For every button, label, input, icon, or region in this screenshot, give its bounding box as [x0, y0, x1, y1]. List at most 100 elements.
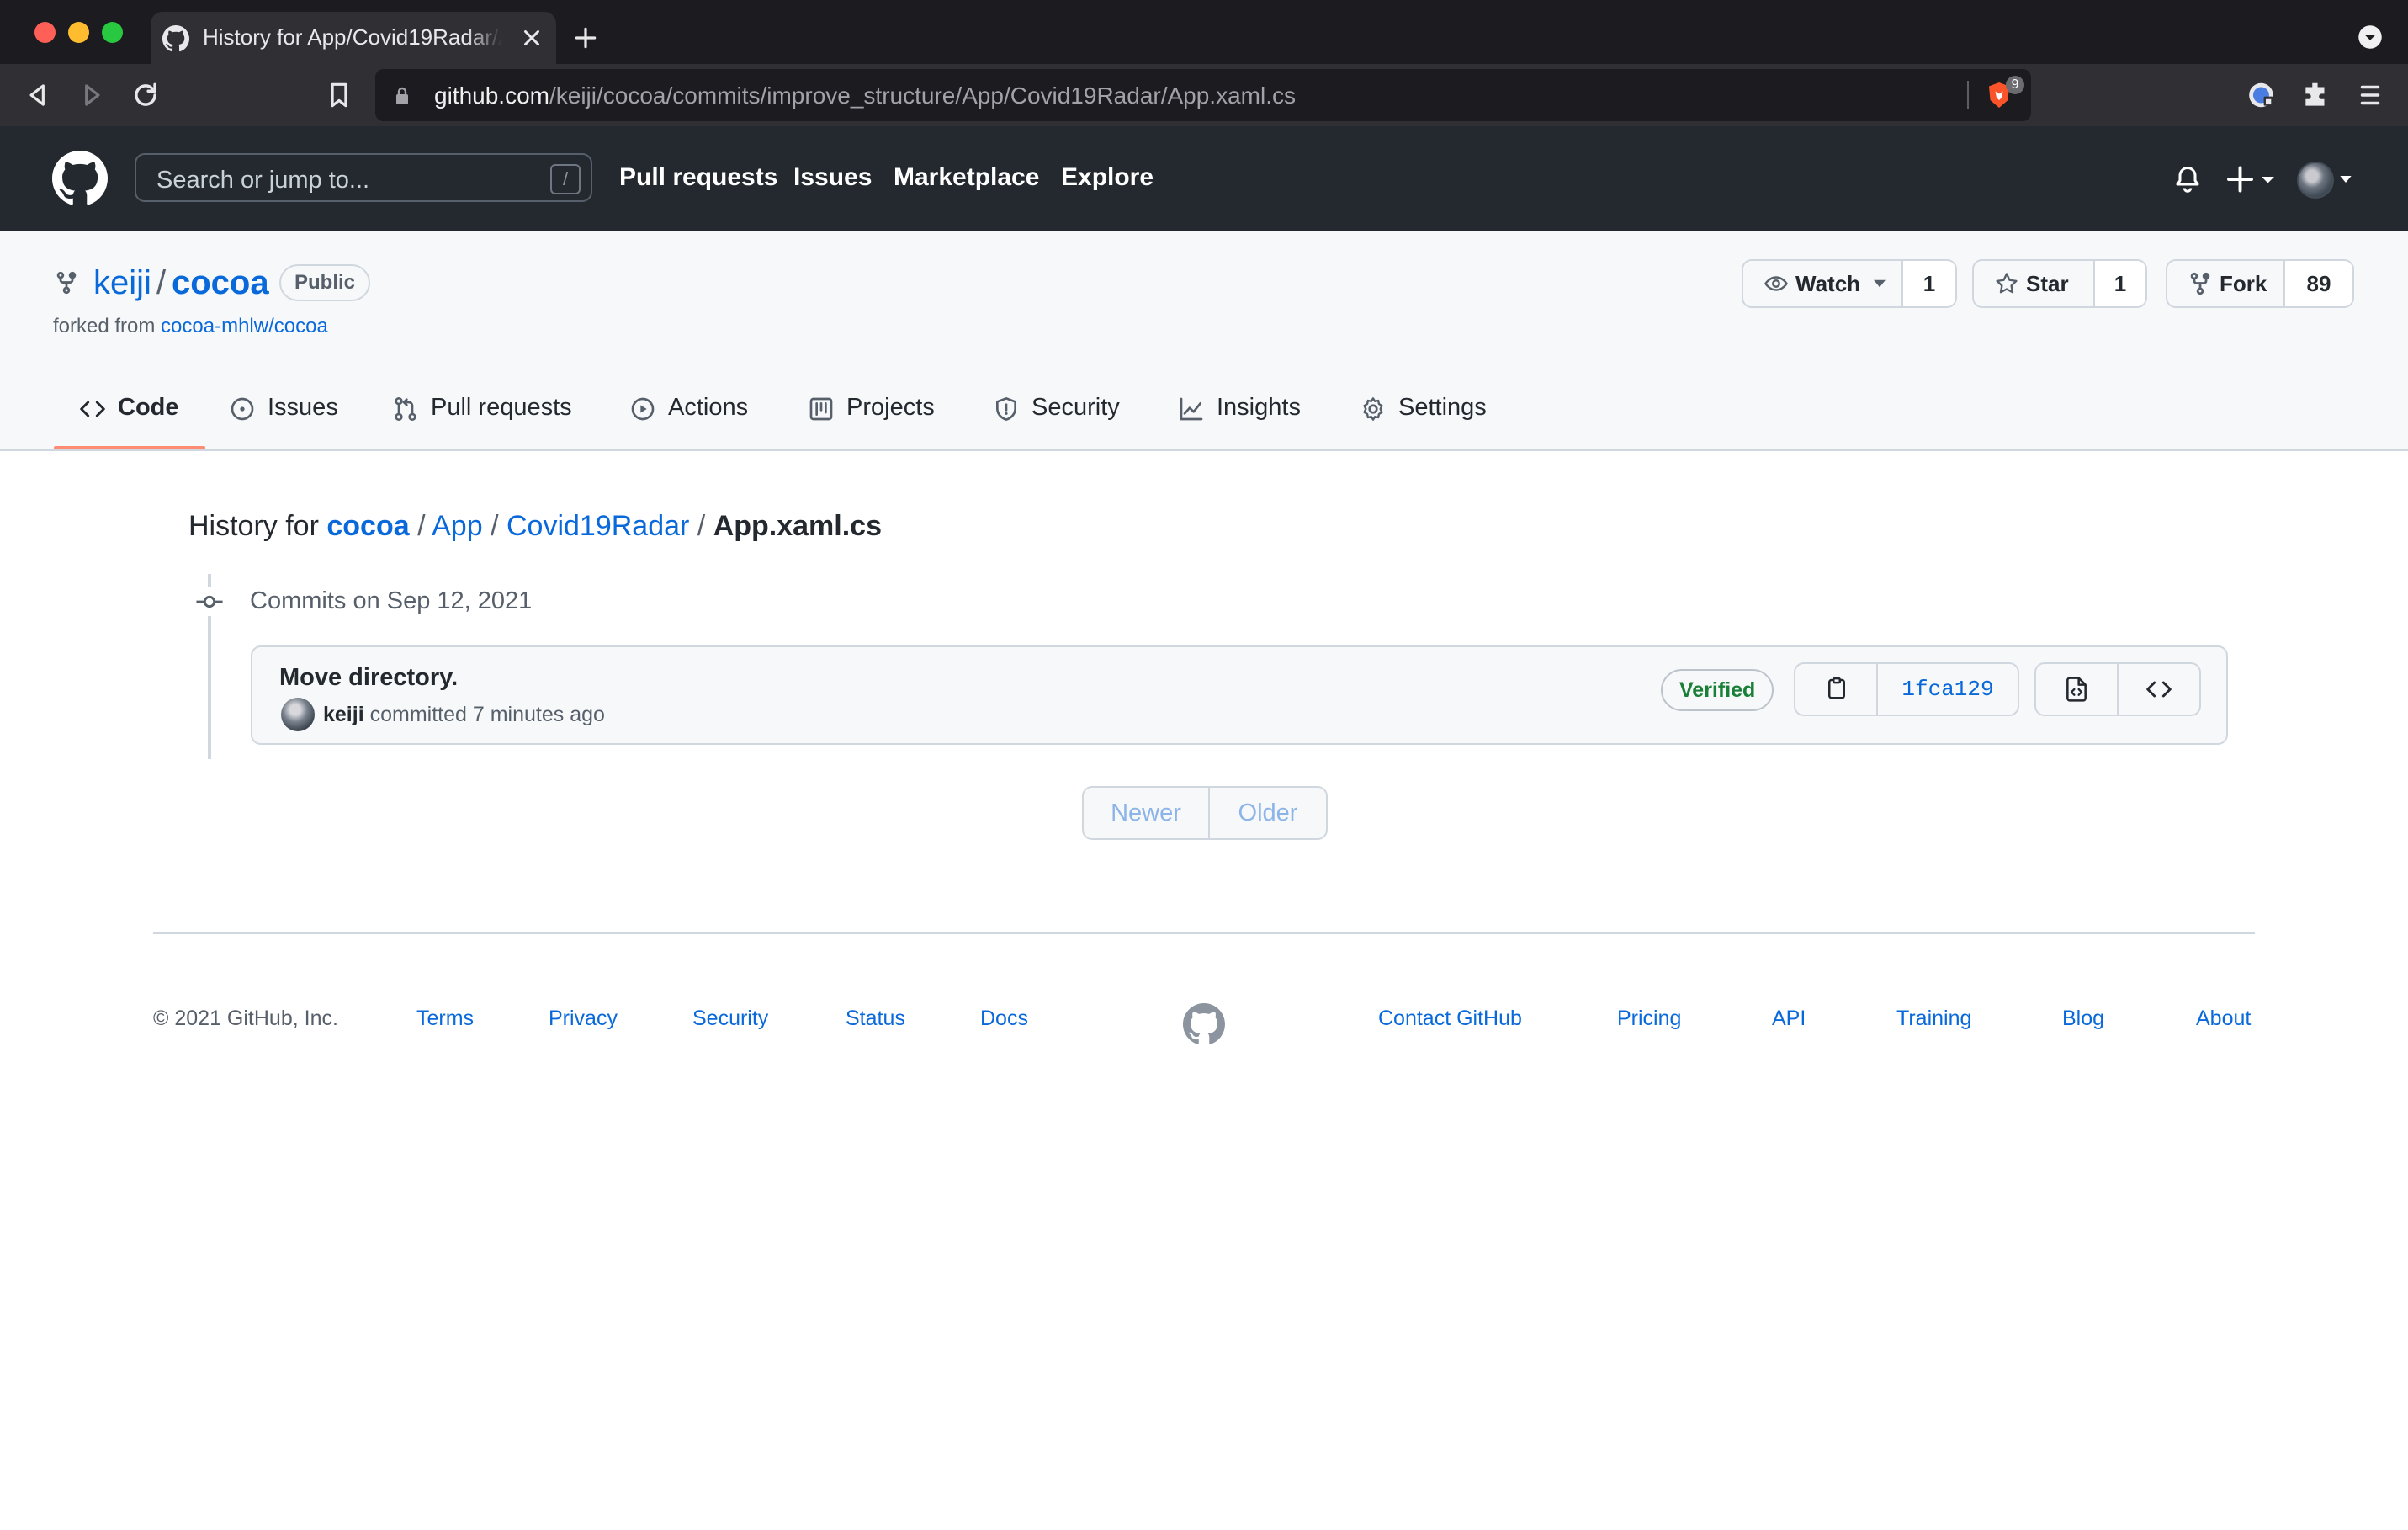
star-icon [1996, 273, 2018, 294]
window-minimize-button[interactable] [68, 22, 89, 43]
footer-link-api[interactable]: API [1772, 1007, 1806, 1031]
search-placeholder: Search or jump to... [156, 167, 370, 194]
graph-icon [1180, 397, 1203, 421]
create-new-plus-icon[interactable] [2226, 165, 2277, 194]
tab-projects[interactable]: Projects [808, 385, 935, 451]
window-close-button[interactable] [34, 22, 56, 43]
footer-link-contact-github[interactable]: Contact GitHub [1378, 1007, 1522, 1031]
code-icon [2146, 681, 2172, 698]
breadcrumb-separator: / [417, 510, 426, 542]
breadcrumb-repo-link[interactable]: cocoa [326, 510, 409, 542]
breadcrumb-app-link[interactable]: App [432, 510, 483, 542]
commit-sha-group: 1fca129 [1794, 662, 2019, 716]
history-prefix: History for [188, 510, 319, 542]
older-button[interactable]: Older [1210, 788, 1326, 838]
star-count[interactable]: 1 [2095, 261, 2145, 306]
tab-code[interactable]: Code [79, 385, 179, 451]
fork-count[interactable]: 89 [2285, 261, 2352, 306]
tab-security-label: Security [1032, 394, 1120, 421]
star-button-group: Star 1 [1972, 259, 2147, 308]
brave-shield-count-badge: 9 [2006, 76, 2024, 94]
footer-link-privacy[interactable]: Privacy [549, 1007, 618, 1031]
repo-owner-link[interactable]: keiji [93, 264, 151, 302]
tab-close-icon[interactable] [519, 25, 544, 50]
breadcrumb-current-file: App.xaml.cs [713, 510, 883, 542]
footer-link-pricing[interactable]: Pricing [1617, 1007, 1681, 1031]
footer-link-security[interactable]: Security [692, 1007, 768, 1031]
tab-settings[interactable]: Settings [1360, 385, 1487, 451]
notifications-bell-icon[interactable] [2172, 164, 2203, 194]
back-arrow-icon[interactable] [22, 79, 54, 111]
star-button[interactable]: Star [1974, 261, 2095, 306]
extension-globe-icon[interactable] [2246, 79, 2278, 111]
commit-message-link[interactable]: Move directory. [279, 664, 458, 692]
watch-button[interactable]: Watch [1743, 261, 1903, 306]
verified-badge[interactable]: Verified [1661, 669, 1774, 711]
new-tab-plus-icon[interactable] [572, 24, 599, 51]
github-mark-icon[interactable] [1183, 1003, 1225, 1045]
newer-button[interactable]: Newer [1084, 788, 1210, 838]
browse-repo-at-commit-button[interactable] [2119, 664, 2199, 715]
commit-sha-link[interactable]: 1fca129 [1878, 664, 2018, 715]
git-commit-icon [195, 587, 224, 616]
forked-from-link[interactable]: cocoa-mhlw/cocoa [161, 315, 328, 337]
tab-security[interactable]: Security [993, 385, 1120, 451]
window-maximize-button[interactable] [102, 22, 123, 43]
tab-insights-label: Insights [1217, 394, 1301, 421]
repo-path-separator: / [156, 264, 167, 301]
header-nav-explore[interactable]: Explore [1061, 163, 1154, 192]
watch-caret-icon [1874, 279, 1886, 288]
footer-copyright: © 2021 GitHub, Inc. [153, 1007, 338, 1030]
issue-opened-icon [231, 397, 254, 421]
bookmark-icon[interactable] [323, 79, 355, 111]
browser-tab[interactable]: History for App/Covid19Radar/App.xaml.cs [151, 12, 556, 64]
address-bar[interactable]: github.com/keiji/cocoa/commits/improve_s… [375, 69, 2031, 121]
copy-sha-button[interactable] [1795, 664, 1878, 715]
commit-author-avatar[interactable] [281, 698, 315, 731]
watch-label: Watch [1795, 270, 1861, 296]
forward-arrow-icon[interactable] [76, 79, 108, 111]
fork-label: Fork [2220, 270, 2267, 296]
pull-request-icon [395, 397, 416, 421]
breadcrumb-covid19radar-link[interactable]: Covid19Radar [507, 510, 689, 542]
footer-link-terms[interactable]: Terms [416, 1007, 474, 1031]
tab-issues[interactable]: Issues [229, 385, 338, 451]
footer-link-about[interactable]: About [2196, 1007, 2251, 1031]
search-input[interactable]: Search or jump to... / [135, 153, 592, 202]
lock-icon [396, 87, 408, 104]
clipboard-icon [1828, 677, 1845, 699]
tab-actions[interactable]: Actions [629, 385, 748, 451]
repo-name-link[interactable]: cocoa [172, 264, 269, 302]
header-nav-marketplace[interactable]: Marketplace [894, 163, 1039, 192]
commit-group-date: Commits on Sep 12, 2021 [250, 587, 533, 614]
reload-icon[interactable] [130, 79, 162, 111]
tab-pull-requests-label: Pull requests [431, 394, 572, 421]
footer-link-status[interactable]: Status [846, 1007, 905, 1031]
tab-settings-label: Settings [1398, 394, 1487, 421]
fork-button-group: Fork 89 [2166, 259, 2354, 308]
footer-link-blog[interactable]: Blog [2062, 1007, 2104, 1031]
file-code-icon [2066, 677, 2087, 702]
watch-count[interactable]: 1 [1903, 261, 1955, 306]
header-nav-pull-requests[interactable]: Pull requests [619, 163, 777, 192]
commit-time: 7 minutes ago [472, 703, 605, 726]
gear-icon [1363, 397, 1383, 421]
user-menu-caret-icon[interactable] [2339, 173, 2352, 185]
browser-toolbar: github.com/keiji/cocoa/commits/improve_s… [0, 64, 2408, 126]
header-nav-issues[interactable]: Issues [793, 163, 872, 192]
repository-header: keiji / cocoa Public forked from cocoa-m… [0, 231, 2408, 451]
browser-menu-icon[interactable] [2354, 79, 2386, 111]
commit-author-link[interactable]: keiji [323, 703, 364, 726]
footer-link-docs[interactable]: Docs [980, 1007, 1028, 1031]
commit-browse-group [2034, 662, 2201, 716]
extensions-puzzle-icon[interactable] [2300, 79, 2332, 111]
fork-button[interactable]: Fork [2167, 261, 2285, 306]
user-avatar[interactable] [2297, 162, 2334, 199]
tab-list-dropdown-icon[interactable] [2358, 24, 2383, 50]
footer-link-training[interactable]: Training [1896, 1007, 1971, 1031]
shield-icon [996, 397, 1016, 421]
view-file-at-commit-button[interactable] [2036, 664, 2119, 715]
tab-insights[interactable]: Insights [1178, 385, 1301, 451]
tab-pull-requests[interactable]: Pull requests [392, 385, 572, 451]
github-logo-icon[interactable] [52, 151, 108, 206]
